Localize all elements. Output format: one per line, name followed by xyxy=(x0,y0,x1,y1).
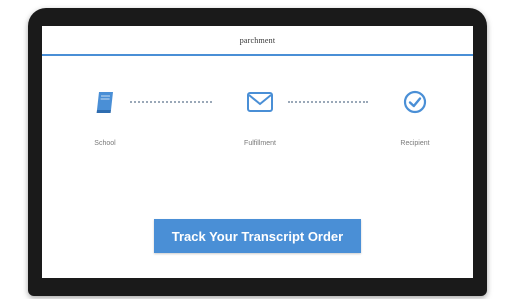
track-order-button[interactable]: Track Your Transcript Order xyxy=(154,219,361,253)
laptop-frame: parchment School Fulfillment Recipient T… xyxy=(28,8,487,296)
step-connector xyxy=(288,101,368,105)
brand-logo: parchment xyxy=(239,35,276,45)
laptop-screen: parchment School Fulfillment Recipient T… xyxy=(42,26,473,278)
page: parchment School Fulfillment Recipient T… xyxy=(0,0,515,299)
step-label-fulfillment: Fulfillment xyxy=(244,140,276,147)
step-connector xyxy=(130,101,212,105)
step-recipient: Recipient xyxy=(370,84,460,147)
step-fulfillment: Fulfillment xyxy=(215,84,305,147)
progress-steps: School Fulfillment Recipient xyxy=(42,84,473,174)
app-header: parchment xyxy=(42,26,473,56)
step-label-school: School xyxy=(94,140,116,147)
check-circle-icon xyxy=(370,84,460,120)
step-school: School xyxy=(60,84,150,147)
step-label-recipient: Recipient xyxy=(400,140,430,147)
